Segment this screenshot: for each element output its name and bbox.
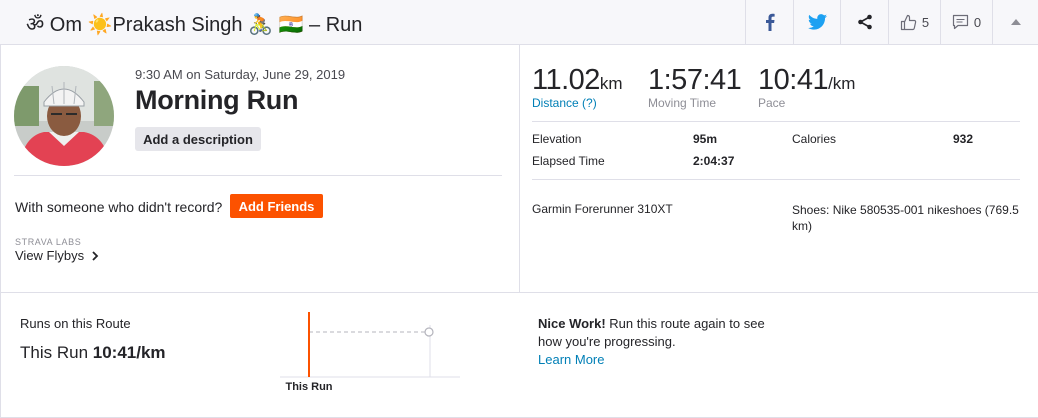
share-icon <box>857 14 872 30</box>
distance-value: 11.02 <box>532 64 600 96</box>
this-run-pace: 10:41/km <box>92 343 166 362</box>
twitter-icon <box>807 14 827 30</box>
moving-time-value: 1:57:41 <box>648 64 742 96</box>
divider <box>532 121 1020 122</box>
moving-time-label: Moving Time <box>648 96 717 110</box>
elevation-label: Elevation <box>532 132 582 146</box>
elevation-value: 95m <box>693 132 718 146</box>
device-name: Garmin Forerunner 310XT <box>532 202 673 216</box>
stat-pace: 10:41/km Pace <box>758 64 855 110</box>
comments-count: 0 <box>973 14 982 30</box>
pace-label: Pace <box>758 96 786 110</box>
vertical-divider <box>519 45 520 292</box>
shoes-info: Shoes: Nike 580535-001 nikeshoes (769.5 … <box>792 203 1019 233</box>
divider <box>532 179 1020 180</box>
nice-work-message: Nice Work! Run this route again to see h… <box>538 315 768 369</box>
chart-this-run-label: This Run <box>285 381 332 393</box>
athlete-avatar[interactable] <box>14 66 114 166</box>
caret-up-icon <box>1010 19 1021 25</box>
activity-name: Morning Run <box>135 85 299 115</box>
avatar-photo <box>14 66 114 166</box>
thumbs-up-icon <box>900 14 917 30</box>
share-button[interactable] <box>840 0 888 44</box>
stat-distance: 11.02km Distance (?) <box>532 64 623 110</box>
calories-label: Calories <box>792 132 837 146</box>
page-title: ॐ Om ☀️Prakash Singh 🚴 🇮🇳 – Run <box>26 14 363 36</box>
stat-moving-time: 1:57:41 Moving Time <box>648 64 742 110</box>
nice-work-title: Nice Work! <box>538 316 606 331</box>
distance-label[interactable]: Distance (?) <box>532 96 623 110</box>
view-flybys-label: View Flybys <box>15 248 85 263</box>
comment-icon <box>952 14 968 30</box>
share-twitter-button[interactable] <box>793 0 840 44</box>
friends-prompt: With someone who didn't record? <box>15 199 223 215</box>
runs-on-route-title: Runs on this Route <box>20 316 131 331</box>
kudos-button[interactable]: 5 <box>888 0 940 44</box>
distance-unit: km <box>599 74 623 93</box>
divider <box>14 175 502 176</box>
share-facebook-button[interactable] <box>745 0 793 44</box>
add-friends-button[interactable]: Add Friends <box>230 194 323 218</box>
pace-unit: /km <box>828 74 856 93</box>
this-run-bar[interactable] <box>308 312 310 377</box>
route-efforts-chart: This Run <box>280 312 460 393</box>
this-run-summary: This Run 10:41/km <box>20 343 166 363</box>
add-description-button[interactable]: Add a description <box>135 127 261 151</box>
kudos-count: 5 <box>921 14 930 30</box>
pace-value: 10:41 <box>758 64 829 96</box>
learn-more-link[interactable]: Learn More <box>538 351 768 369</box>
calories-value: 932 <box>953 132 974 146</box>
view-flybys-link[interactable]: View Flybys <box>15 248 99 263</box>
strava-labs-label: STRAVA LABS <box>15 237 82 247</box>
activity-datetime: 9:30 AM on Saturday, June 29, 2019 <box>135 67 346 82</box>
collapse-button[interactable] <box>992 0 1038 44</box>
divider <box>0 292 1038 293</box>
chevron-right-icon <box>92 251 99 261</box>
this-run-prefix: This Run <box>20 343 89 362</box>
activity-header: ॐ Om ☀️Prakash Singh 🚴 🇮🇳 – Run 5 0 <box>0 0 1038 45</box>
effort-point[interactable] <box>424 327 434 337</box>
facebook-icon <box>765 13 775 31</box>
elapsed-time-value: 2:04:37 <box>693 154 735 168</box>
comments-button[interactable]: 0 <box>940 0 992 44</box>
elapsed-time-label: Elapsed Time <box>532 154 605 168</box>
